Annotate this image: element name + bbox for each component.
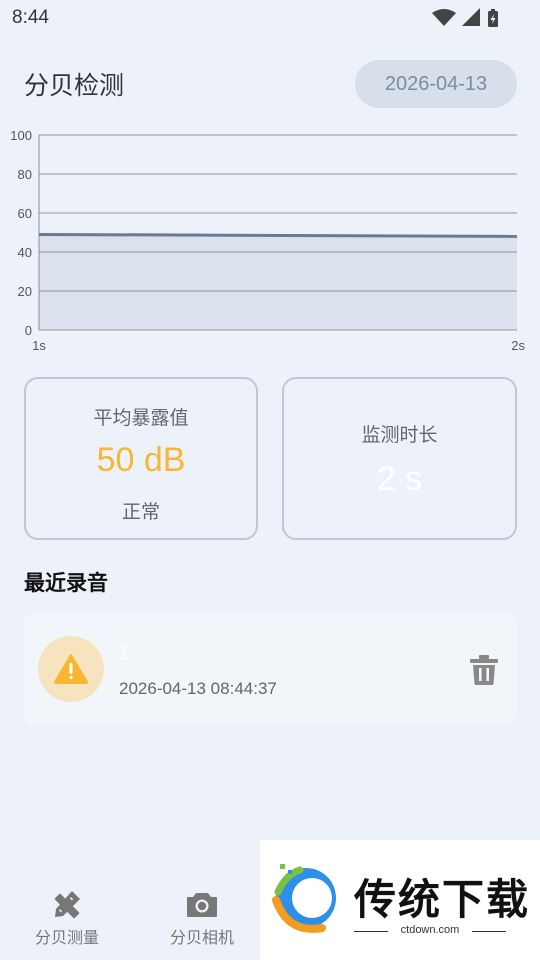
- recording-timestamp: 2026-04-13 08:44:37: [119, 679, 277, 698]
- date-picker-button[interactable]: 2026-04-13: [355, 60, 517, 108]
- average-exposure-value: 50 dB: [96, 441, 186, 479]
- chart-y-tick-label: 60: [18, 206, 32, 221]
- chart-y-tick-label: 20: [18, 284, 32, 299]
- chart-y-tick-label: 40: [18, 245, 32, 260]
- delete-recording-button[interactable]: [468, 653, 500, 687]
- pencil-ruler-icon: [54, 891, 80, 919]
- monitor-duration-card: 监测时长 2 s: [282, 377, 517, 540]
- warning-icon: [54, 654, 88, 684]
- average-exposure-card: 平均暴露值 50 dB 正常: [24, 377, 258, 540]
- decibel-chart-svg: 100 80 60 40 20 01s 2s: [10, 128, 525, 353]
- signal-icon: [462, 8, 480, 26]
- watermark-url: ctdown.com: [400, 924, 460, 936]
- watermark-overlay: 传统下载 ctdown.com: [260, 840, 540, 960]
- battery-charging-icon: [488, 9, 498, 27]
- nav-decibel-measure[interactable]: 分贝测量: [7, 888, 127, 948]
- chart-y-tick-label: 100: [10, 128, 32, 143]
- chart-area-fill: [39, 234, 517, 330]
- chart-x-tick-label: 1s: [32, 338, 46, 353]
- page-title: 分贝检测: [24, 71, 125, 100]
- average-exposure-status: 正常: [121, 501, 160, 523]
- decibel-chart: 100 80 60 40 20 0 1s 2s: [0, 120, 540, 360]
- chart-x-tick-label: 2s: [511, 338, 525, 353]
- average-exposure-label: 平均暴露值: [93, 407, 189, 429]
- recording-name: 1: [119, 643, 130, 663]
- status-bar: 8:44: [0, 0, 540, 38]
- wifi-icon: [432, 9, 456, 26]
- watermark-logo-icon: [272, 864, 336, 933]
- monitor-duration-label: 监测时长: [361, 424, 438, 446]
- status-time: 8:44: [12, 7, 49, 28]
- watermark-text: 传统下载: [354, 875, 531, 924]
- monitor-duration-value: 2 s: [376, 460, 423, 498]
- nav-decibel-measure-label: 分贝测量: [34, 928, 99, 947]
- nav-decibel-camera[interactable]: 分贝相机: [142, 888, 262, 948]
- status-icons: [432, 8, 502, 28]
- chart-y-tick-label: 0: [25, 323, 32, 338]
- nav-decibel-camera-label: 分贝相机: [169, 928, 234, 947]
- trash-icon: [470, 655, 498, 685]
- chart-y-tick-label: 80: [18, 167, 32, 182]
- chart-series-line: [38, 232, 518, 238]
- recording-list-item[interactable]: 1 2026-04-13 08:44:37: [24, 613, 517, 725]
- camera-icon: [187, 893, 217, 917]
- recording-avatar: [38, 636, 104, 702]
- recent-recordings-title: 最近录音: [24, 571, 108, 595]
